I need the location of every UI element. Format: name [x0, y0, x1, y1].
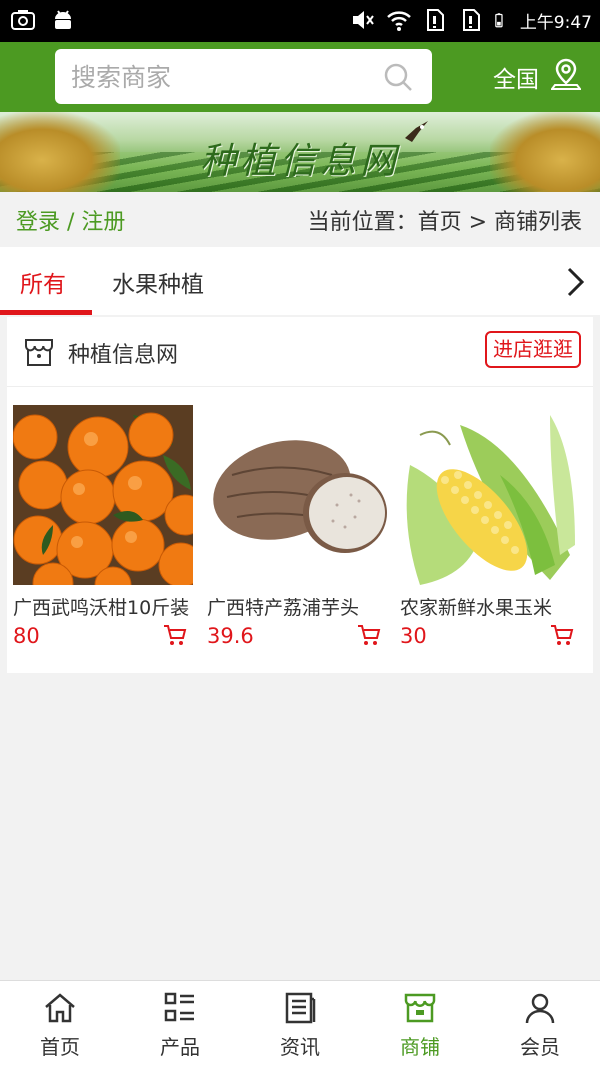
- add-to-cart-icon[interactable]: [550, 624, 574, 646]
- search-icon[interactable]: [382, 61, 414, 93]
- wifi-icon: [386, 11, 411, 31]
- location-pin-icon[interactable]: [551, 57, 581, 91]
- nav-member-label: 会员: [520, 1035, 560, 1059]
- product-name[interactable]: 广西武鸣沃柑10斤装: [13, 593, 193, 620]
- product-card[interactable]: 农家新鲜水果玉米 30: [400, 405, 580, 648]
- tab-fruit-planting[interactable]: 水果种植: [112, 265, 204, 299]
- taro-illustration: [207, 405, 387, 585]
- breadcrumb: 当前位置：首页 > 商铺列表: [307, 210, 582, 235]
- sim1-icon: [426, 9, 444, 31]
- nav-member[interactable]: 会员: [480, 981, 600, 1067]
- nav-shops[interactable]: 商铺: [360, 981, 480, 1067]
- sim2-icon: [462, 9, 480, 31]
- visit-shop-button[interactable]: 进店逛逛: [485, 331, 581, 368]
- banner[interactable]: 种植信息网: [0, 112, 600, 192]
- shop-header: 种植信息网 进店逛逛: [7, 317, 593, 387]
- nav-news[interactable]: 资讯: [240, 981, 360, 1067]
- banner-title: 种植信息网: [200, 141, 401, 182]
- add-to-cart-icon[interactable]: [357, 624, 381, 646]
- mute-icon: [352, 11, 374, 29]
- news-icon: [285, 992, 316, 1024]
- chevron-right-icon[interactable]: [562, 265, 588, 299]
- nav-products-label: 产品: [160, 1035, 200, 1059]
- banner-wheat-left: [0, 112, 120, 192]
- nav-shops-label: 商铺: [400, 1035, 440, 1059]
- product-card[interactable]: 广西特产荔浦芋头 39.6: [207, 405, 387, 648]
- bird-icon: [405, 121, 428, 142]
- shop-card: 种植信息网 进店逛逛 广西武鸣沃柑10斤装 80 广西特产荔浦芋头 39.6 农…: [7, 317, 593, 673]
- product-name[interactable]: 广西特产荔浦芋头: [207, 593, 387, 620]
- header: 全国: [0, 42, 600, 112]
- location-bar: 登录 / 注册 当前位置：首页 > 商铺列表: [0, 192, 600, 247]
- battery-icon: [495, 13, 503, 28]
- list-icon: [164, 992, 194, 1022]
- user-icon: [525, 993, 555, 1024]
- product-name[interactable]: 农家新鲜水果玉米: [400, 593, 580, 620]
- nav-products[interactable]: 产品: [120, 981, 240, 1067]
- oranges-illustration: [13, 405, 193, 585]
- home-icon: [45, 993, 75, 1023]
- banner-wheat-right: [490, 112, 600, 192]
- active-tab-indicator: [0, 310, 92, 315]
- tab-all[interactable]: 所有: [20, 265, 66, 299]
- store-icon: [25, 339, 53, 366]
- status-time: 上午9:47: [519, 12, 592, 33]
- add-to-cart-icon[interactable]: [163, 624, 187, 646]
- search-input[interactable]: [71, 57, 371, 97]
- nav-home-label: 首页: [40, 1035, 80, 1059]
- product-image-oranges[interactable]: [13, 405, 193, 585]
- android-icon: [55, 10, 71, 29]
- login-register-link[interactable]: 登录 / 注册: [16, 204, 125, 236]
- nav-home[interactable]: 首页: [0, 981, 120, 1067]
- region-selector[interactable]: 全国: [493, 60, 539, 94]
- category-tabs: 所有 水果种植: [0, 247, 600, 315]
- product-image-taro[interactable]: [207, 405, 387, 585]
- search-box[interactable]: [55, 49, 432, 104]
- shop-icon: [404, 993, 436, 1023]
- nav-news-label: 资讯: [280, 1035, 320, 1059]
- screenshot-icon: [11, 10, 35, 30]
- product-card[interactable]: 广西武鸣沃柑10斤装 80: [13, 405, 193, 648]
- status-bar: 上午9:47: [0, 0, 600, 42]
- product-image-corn[interactable]: [400, 405, 580, 585]
- shop-name[interactable]: 种植信息网: [68, 337, 178, 369]
- bottom-nav: 首页 产品 资讯 商铺 会员: [0, 980, 600, 1067]
- corn-illustration: [400, 405, 580, 585]
